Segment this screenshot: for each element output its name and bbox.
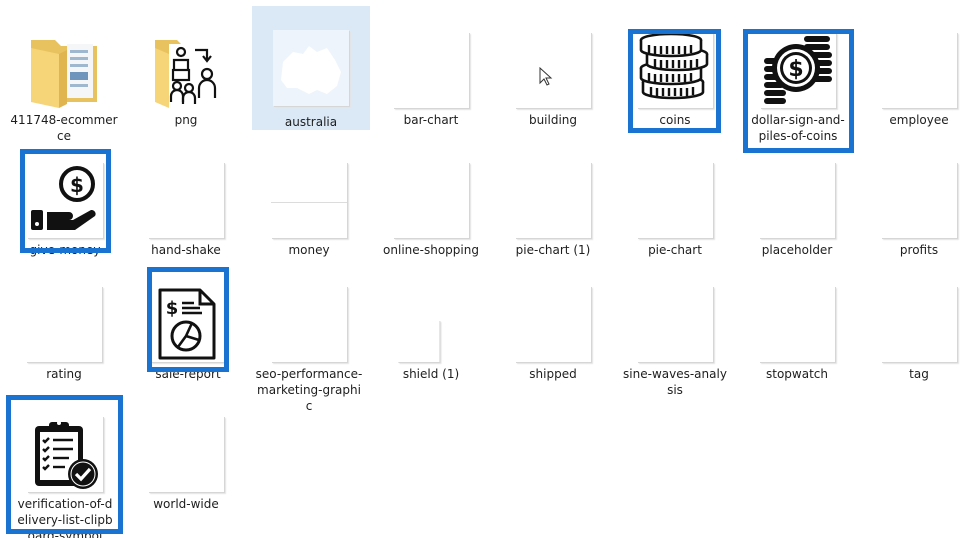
- dollar-coin-piles-icon: $: [764, 36, 832, 104]
- file-item-verification-of-delivery-list-clipboard-symbol[interactable]: verification-of-delivery-list-clipboard-…: [12, 392, 118, 538]
- file-name: bar-chart: [403, 113, 459, 127]
- file-item-world-wide[interactable]: world-wide: [127, 392, 245, 514]
- blank-thumbnail: [881, 32, 957, 108]
- file-item-411748-ecommerce[interactable]: 411748-ecommerce: [5, 8, 123, 146]
- file-name: shipped: [529, 367, 577, 381]
- australia-map-thumbnail: [273, 30, 349, 106]
- file-name: building: [528, 113, 578, 127]
- blank-thumbnail: [637, 162, 713, 238]
- hand-giving-money-icon: $: [31, 166, 96, 230]
- file-item-png[interactable]: png: [127, 8, 245, 130]
- sale-report-document-icon: $: [158, 288, 216, 360]
- svg-text:$: $: [788, 57, 803, 82]
- svg-text:$: $: [70, 173, 84, 197]
- file-item-dollar-sign-and-piles-of-coins[interactable]: $ dollar-sign-and-piles-of-coins: [746, 8, 850, 146]
- file-item-online-shopping[interactable]: online-shopping: [372, 138, 490, 260]
- file-item-bar-chart[interactable]: bar-chart: [372, 8, 490, 130]
- blank-thumbnail: [759, 162, 835, 238]
- file-name: sale-report: [155, 367, 221, 381]
- file-item-placeholder[interactable]: placeholder: [738, 138, 856, 260]
- coins-stack-icon: [639, 32, 709, 100]
- file-item-hand-shake[interactable]: hand-shake: [127, 138, 245, 260]
- file-name: seo-performance-marketing-graphic: [255, 367, 363, 413]
- clipboard-checklist-icon: [35, 421, 98, 489]
- blank-thumbnail: [148, 162, 224, 238]
- file-name: hand-shake: [151, 243, 221, 257]
- blank-thumbnail: [881, 286, 957, 362]
- file-name: placeholder: [761, 243, 833, 257]
- file-name: pie-chart: [648, 243, 702, 257]
- mouse-pointer-icon: [539, 67, 553, 86]
- file-item-shipped[interactable]: shipped: [494, 262, 612, 384]
- file-item-sine-waves-analysis[interactable]: sine-waves-analysis: [616, 262, 734, 400]
- blank-thumbnail: [271, 286, 347, 362]
- file-item-rating[interactable]: rating: [5, 262, 123, 384]
- file-name: rating: [46, 367, 82, 381]
- file-item-shield-1[interactable]: shield (1): [372, 262, 490, 384]
- file-name: shield (1): [402, 367, 460, 381]
- blank-thumbnail: [148, 416, 224, 492]
- blank-thumbnail: [759, 286, 835, 362]
- file-name: world-wide: [153, 497, 219, 511]
- file-name: profits: [899, 243, 939, 257]
- file-item-coins[interactable]: coins: [630, 8, 720, 130]
- file-item-give-money[interactable]: $ give-money: [22, 138, 108, 260]
- file-item-australia[interactable]: australia: [252, 6, 370, 130]
- file-name: employee: [889, 113, 949, 127]
- file-name: stopwatch: [766, 367, 828, 381]
- file-item-pie-chart[interactable]: pie-chart: [616, 138, 734, 260]
- blank-thumbnail: [881, 162, 957, 238]
- svg-text:$: $: [166, 298, 179, 319]
- file-item-tag[interactable]: tag: [860, 262, 973, 384]
- file-item-money[interactable]: money: [250, 138, 368, 260]
- blank-thumbnail: [637, 286, 713, 362]
- blank-thumbnail-small: [397, 320, 440, 362]
- file-name: tag: [909, 367, 929, 381]
- blank-thumbnail: [26, 286, 102, 362]
- blank-thumbnail: [515, 286, 591, 362]
- blank-thumbnail: [515, 32, 591, 108]
- file-item-building[interactable]: building: [494, 8, 612, 130]
- file-item-stopwatch[interactable]: stopwatch: [738, 262, 856, 384]
- folder-with-people-icon: [155, 40, 217, 108]
- file-item-profits[interactable]: profits: [860, 138, 973, 260]
- file-name: money: [288, 243, 330, 257]
- file-name: australia: [284, 115, 338, 129]
- file-name: verification-of-delivery-list-clipboard-…: [17, 497, 113, 538]
- file-item-pie-chart-1[interactable]: pie-chart (1): [494, 138, 612, 260]
- blank-thumbnail: [515, 162, 591, 238]
- folder-with-document-icon: [31, 40, 97, 108]
- file-item-employee[interactable]: employee: [860, 8, 973, 130]
- file-item-sale-report[interactable]: $ sale-report: [150, 262, 226, 384]
- file-name: png: [174, 113, 198, 127]
- file-name: coins: [659, 113, 691, 127]
- blank-thumbnail: [393, 162, 469, 238]
- file-name: give-money: [29, 243, 101, 257]
- file-name: sine-waves-analysis: [623, 367, 727, 397]
- file-item-seo-performance-marketing-graphic[interactable]: seo-performance-marketing-graphic: [250, 262, 368, 416]
- blank-thumbnail: [393, 32, 469, 108]
- blank-thumbnail: [271, 162, 347, 238]
- file-name: pie-chart (1): [515, 243, 591, 257]
- file-name: online-shopping: [383, 243, 479, 257]
- file-icon-grid: 411748-ecommerce png australia bar-chart…: [0, 0, 973, 538]
